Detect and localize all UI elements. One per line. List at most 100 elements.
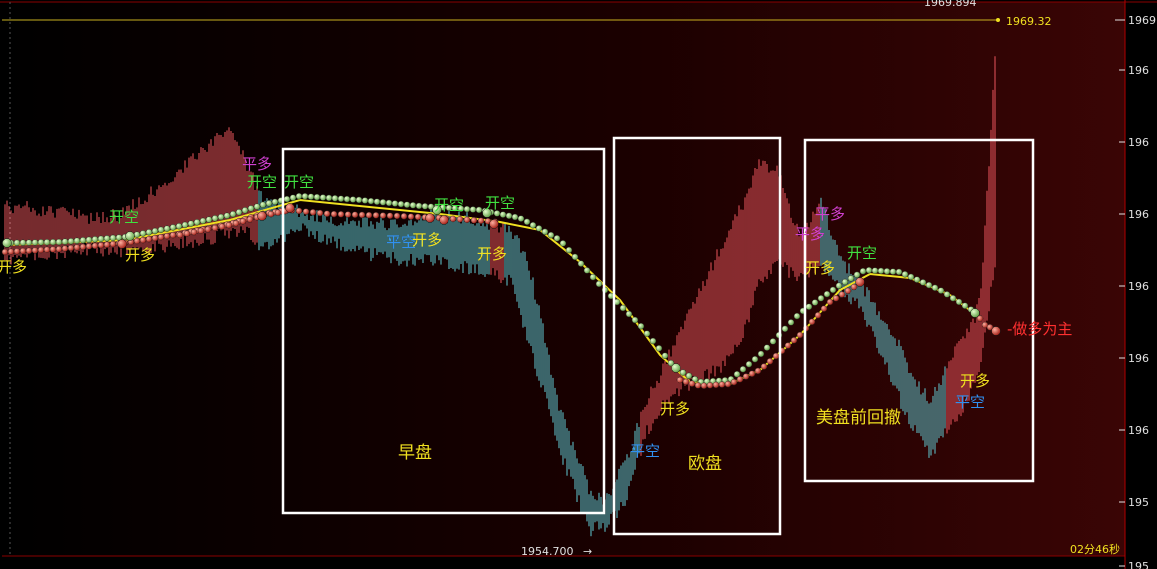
- signal-label: 平多: [795, 225, 825, 243]
- upper-dot: [817, 295, 825, 302]
- upper-dot: [919, 279, 927, 286]
- upper-dot: [97, 235, 105, 243]
- lower-dot: [808, 318, 816, 325]
- signal-label: 开空: [434, 196, 464, 214]
- upper-dot: [409, 202, 417, 209]
- upper-dot: [889, 268, 897, 275]
- upper-dot: [331, 195, 339, 202]
- upper-dot: [793, 312, 801, 320]
- signal-dot: [425, 213, 435, 223]
- upper-dot: [955, 298, 963, 306]
- upper-dot: [259, 201, 267, 209]
- signal-label: 开空: [485, 194, 515, 212]
- signal-dot: [970, 308, 980, 318]
- upper-dot: [223, 212, 231, 219]
- upper-dot: [757, 350, 765, 358]
- upper-dot: [895, 268, 903, 276]
- lower-dot: [351, 211, 359, 218]
- upper-dot: [169, 224, 177, 231]
- upper-dot: [937, 287, 945, 294]
- upper-dot: [61, 238, 69, 245]
- lower-dot: [337, 211, 345, 218]
- upper-dot: [289, 194, 297, 201]
- lower-dot: [676, 376, 684, 384]
- lower-dot: [267, 210, 275, 218]
- upper-dot: [271, 198, 279, 206]
- signal-dot: [439, 215, 449, 225]
- upper-dot: [373, 198, 381, 205]
- upper-dot: [859, 268, 867, 275]
- upper-dot: [871, 267, 879, 274]
- lower-dot: [784, 342, 792, 349]
- lower-dot: [850, 283, 858, 291]
- lower-dot: [49, 246, 57, 253]
- lower-dot: [176, 231, 184, 239]
- upper-dot: [181, 221, 189, 229]
- annotation-text: 欧盘: [688, 454, 722, 474]
- upper-dot: [187, 220, 195, 227]
- lower-dot: [91, 242, 99, 250]
- upper-dot: [619, 304, 627, 312]
- lower-dot: [712, 381, 720, 389]
- upper-dot: [805, 303, 813, 310]
- lower-dot: [225, 221, 233, 229]
- lower-dot: [477, 217, 485, 224]
- upper-dot: [175, 222, 183, 230]
- upper-dot: [403, 201, 411, 208]
- lower-dot: [295, 207, 303, 215]
- signal-dot: [285, 203, 295, 213]
- lower-dot: [302, 208, 310, 215]
- current-price-label: 1969.32: [1006, 15, 1052, 28]
- lower-dot: [814, 312, 822, 319]
- upper-dot: [901, 271, 909, 278]
- lower-dot: [13, 248, 21, 255]
- upper-dot: [649, 337, 657, 345]
- lower-dot: [760, 363, 768, 370]
- y-tick-label: 196: [1128, 208, 1149, 221]
- signal-dot: [489, 219, 499, 229]
- upper-dot: [751, 356, 759, 363]
- lower-dot: [190, 228, 198, 236]
- lower-dot: [688, 380, 696, 387]
- lower-dot: [139, 236, 147, 244]
- upper-dot: [541, 228, 549, 236]
- upper-dot: [355, 196, 363, 204]
- upper-dot: [85, 236, 93, 244]
- signal-label: 开空: [847, 244, 877, 262]
- price-chart[interactable]: 1969.894 1969.32 1969 196 196 196 196 196 196 1…: [0, 0, 1157, 569]
- upper-dot: [25, 239, 33, 246]
- signal-dot: [257, 211, 267, 221]
- upper-dot: [655, 345, 663, 352]
- upper-dot: [349, 196, 357, 203]
- upper-dot: [325, 194, 333, 202]
- upper-dot: [811, 299, 819, 306]
- upper-dot: [739, 366, 747, 373]
- upper-dot: [265, 200, 273, 207]
- signal-dot: [2, 238, 12, 248]
- upper-dot: [235, 208, 243, 216]
- signal-label: 开多: [125, 246, 155, 264]
- upper-dot: [13, 239, 21, 247]
- lower-dot: [232, 220, 240, 227]
- upper-dot: [745, 361, 753, 368]
- lower-dot: [754, 367, 762, 375]
- upper-dot: [823, 290, 831, 298]
- annotation-text: 美盘前回撤: [816, 408, 901, 428]
- lower-dot: [85, 243, 93, 250]
- lower-dot: [204, 226, 212, 233]
- upper-dot: [199, 217, 207, 225]
- upper-dot: [943, 291, 951, 298]
- lower-dot: [97, 241, 105, 249]
- lower-dot: [133, 237, 141, 245]
- upper-dot: [829, 286, 837, 294]
- lower-dot: [766, 358, 774, 365]
- signal-label: 开多: [0, 258, 27, 276]
- lower-dot: [414, 213, 422, 221]
- upper-dot: [37, 239, 45, 246]
- y-tick-label: 196: [1128, 280, 1149, 293]
- upper-dot: [343, 195, 351, 203]
- upper-dot: [145, 228, 153, 236]
- upper-dot: [55, 238, 63, 246]
- y-tick-label: 196: [1128, 352, 1149, 365]
- upper-dot: [103, 235, 111, 242]
